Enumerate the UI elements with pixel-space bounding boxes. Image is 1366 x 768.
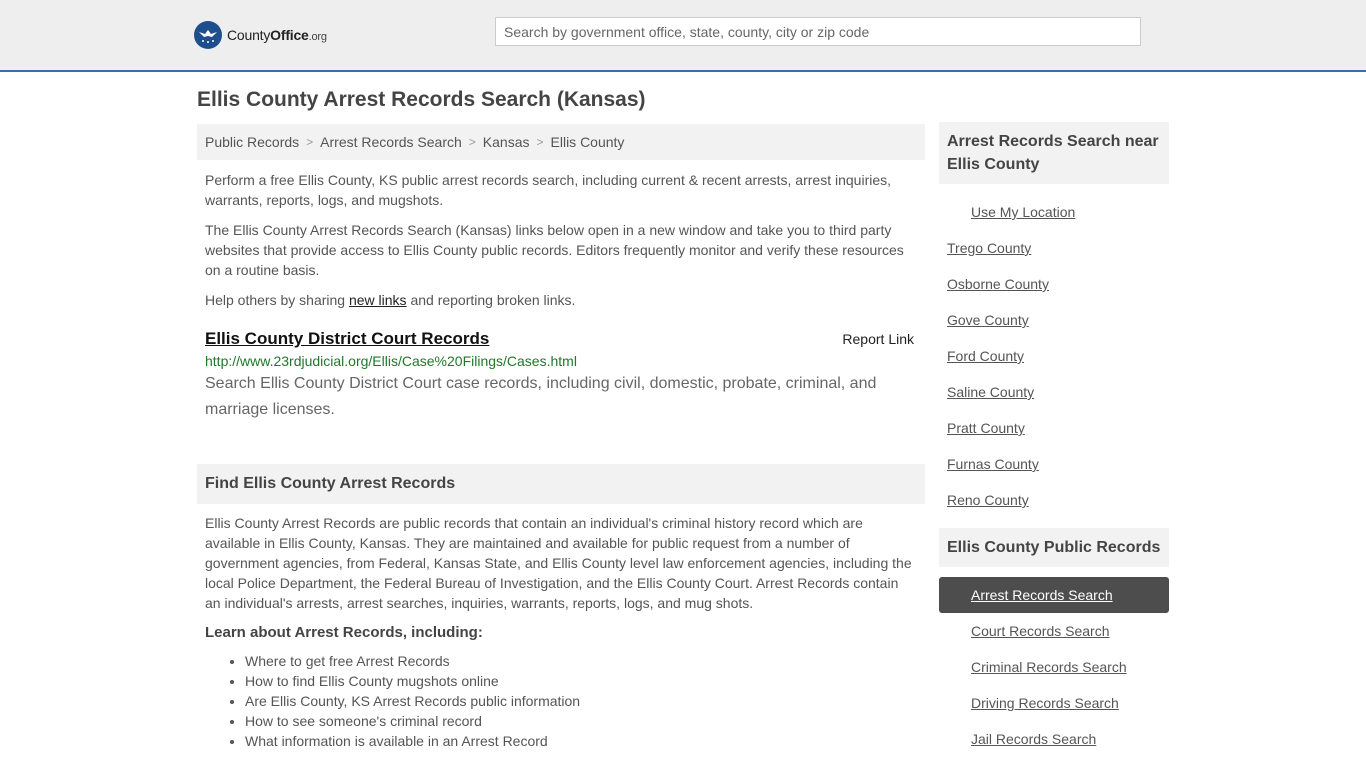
public-records-list: Arrest Records Search Court Records Sear… [939,577,1169,757]
sidebar-item-trego-county[interactable]: Trego County [939,238,1169,274]
nearby-list: Use My Location Trego County Osborne Cou… [939,202,1169,526]
share-text-before: Help others by sharing [205,292,349,308]
find-section-body: Ellis County Arrest Records are public r… [205,515,912,611]
logo-text-main: County [227,27,271,43]
result-url: http://www.23rdjudicial.org/Ellis/Case%2… [205,353,577,369]
result-item: Ellis County District Court Records Repo… [205,329,914,423]
breadcrumb-arrest-records-search[interactable]: Arrest Records Search [320,134,462,150]
find-section-heading: Find Ellis County Arrest Records [197,464,925,504]
breadcrumb-kansas[interactable]: Kansas [483,134,530,150]
sidebar-item-reno-county[interactable]: Reno County [939,490,1169,526]
site-header: CountyOffice.org [0,0,1366,72]
sidebar-item-osborne-county[interactable]: Osborne County [939,274,1169,310]
eagle-seal-icon [194,21,222,49]
breadcrumb: Public Records > Arrest Records Search >… [197,124,925,160]
sidebar-item-driving-records-search[interactable]: Driving Records Search [939,685,1169,721]
sidebar-item-furnas-county[interactable]: Furnas County [939,454,1169,490]
list-item: How to find Ellis County mugshots online [245,671,925,691]
share-text-after: and reporting broken links. [406,292,576,308]
list-item: Are Ellis County, KS Arrest Records publ… [245,691,925,711]
breadcrumb-separator-icon: > [306,135,314,149]
sidebar-item-criminal-records-search[interactable]: Criminal Records Search [939,649,1169,685]
new-links-link[interactable]: new links [349,292,407,308]
sidebar-item-jail-records-search[interactable]: Jail Records Search [939,721,1169,757]
logo-wordmark: CountyOffice.org [227,27,327,43]
sidebar-item-pratt-county[interactable]: Pratt County [939,418,1169,454]
main-content: Public Records > Arrest Records Search >… [197,124,925,751]
list-item: How to see someone's criminal record [245,711,925,731]
breadcrumb-ellis-county[interactable]: Ellis County [551,134,625,150]
public-records-heading: Ellis County Public Records [939,528,1169,567]
share-paragraph: Help others by sharing new links and rep… [205,290,917,310]
sidebar-item-gove-county[interactable]: Gove County [939,310,1169,346]
nearby-heading: Arrest Records Search near Ellis County [939,122,1169,184]
learn-heading: Learn about Arrest Records, including: [205,624,483,641]
sidebar-item-ford-county[interactable]: Ford County [939,346,1169,382]
site-logo[interactable]: CountyOffice.org [194,20,327,50]
sidebar-item-court-records-search[interactable]: Court Records Search [939,613,1169,649]
report-link-button[interactable]: Report Link [842,331,914,347]
result-title-link[interactable]: Ellis County District Court Records [205,329,489,348]
disclaimer-paragraph: The Ellis County Arrest Records Search (… [205,222,904,278]
intro-paragraph: Perform a free Ellis County, KS public a… [205,172,892,208]
sidebar-item-arrest-records-search[interactable]: Arrest Records Search [939,577,1169,613]
logo-text-bold: Office [270,27,309,43]
breadcrumb-separator-icon: > [536,135,544,149]
search-input[interactable] [495,17,1141,46]
result-description: Search Ellis County District Court case … [205,375,877,418]
breadcrumb-separator-icon: > [468,135,476,149]
learn-list: Where to get free Arrest Records How to … [245,651,925,751]
breadcrumb-public-records[interactable]: Public Records [205,134,299,150]
sidebar-item-saline-county[interactable]: Saline County [939,382,1169,418]
sidebar: Arrest Records Search near Ellis County … [939,122,1169,757]
use-my-location-link[interactable]: Use My Location [939,202,1169,238]
page-title: Ellis County Arrest Records Search (Kans… [197,88,646,111]
logo-text-tld: .org [308,31,327,43]
list-item: What information is available in an Arre… [245,731,925,751]
list-item: Where to get free Arrest Records [245,651,925,671]
